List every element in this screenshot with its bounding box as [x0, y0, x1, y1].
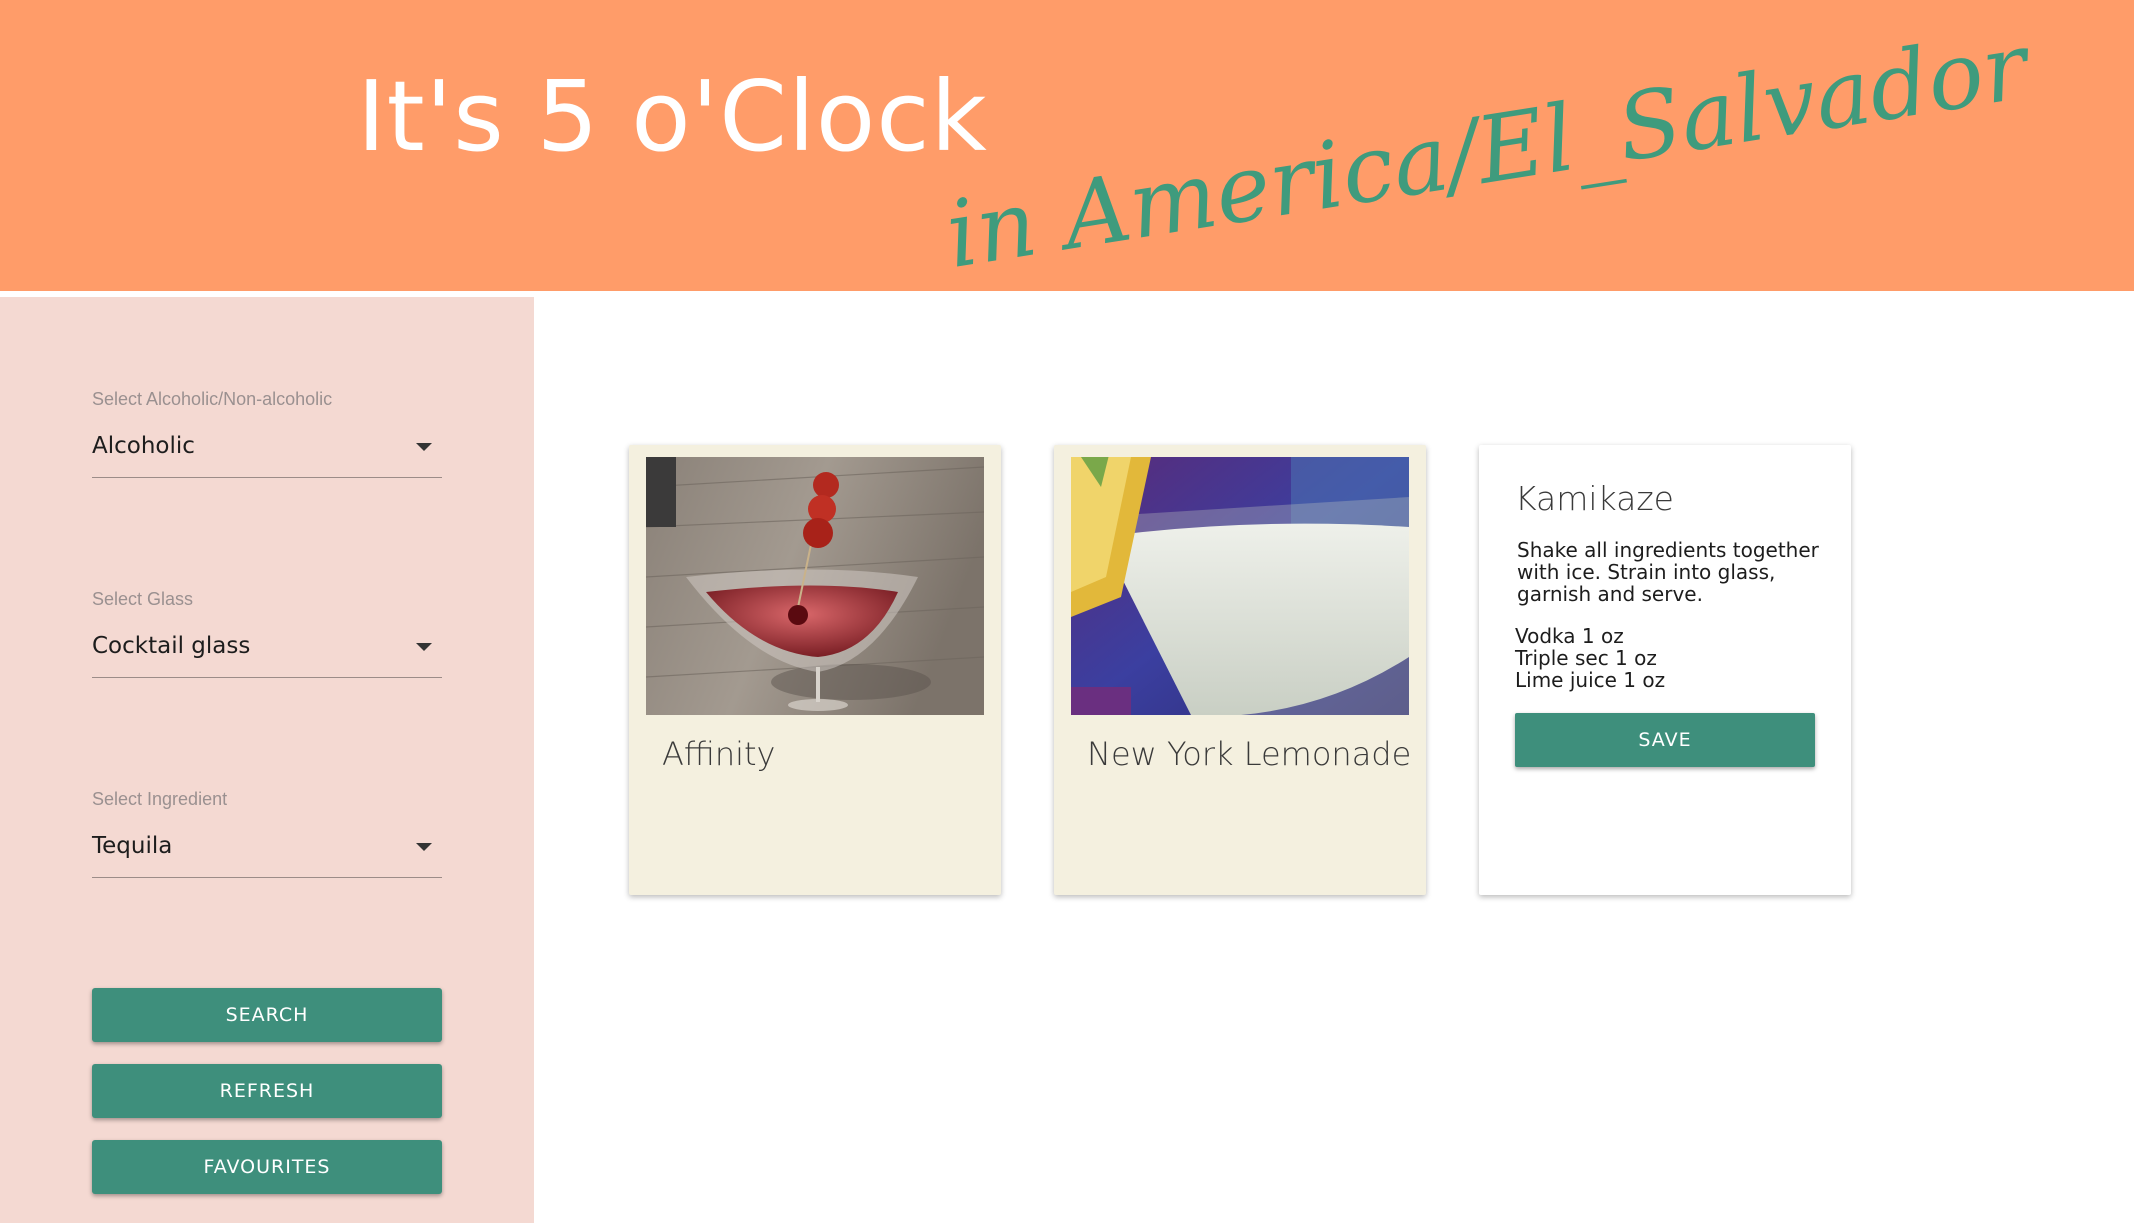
search-button[interactable]: SEARCH [92, 988, 442, 1042]
cocktail-card-title: Affinity [662, 735, 776, 773]
alcoholic-select-value: Alcoholic [92, 433, 195, 459]
glass-filter: Select Glass Cocktail glass [92, 587, 442, 678]
alcoholic-filter: Select Alcoholic/Non-alcoholic Alcoholic [92, 387, 442, 478]
ingredient-list: Vodka 1 oz Triple sec 1 oz Lime juice 1 … [1515, 625, 1665, 691]
alcoholic-select[interactable]: Alcoholic [92, 427, 442, 478]
save-button[interactable]: SAVE [1515, 713, 1815, 767]
ingredient-item: Lime juice 1 oz [1515, 668, 1666, 692]
cocktail-photo [646, 457, 984, 715]
glass-select-value: Cocktail glass [92, 633, 251, 659]
ingredient-item: Triple sec 1 oz [1515, 646, 1657, 670]
favourites-button[interactable]: FAVOURITES [92, 1140, 442, 1194]
ingredient-select-value: Tequila [92, 833, 173, 859]
detail-title: Kamikaze [1515, 479, 1674, 518]
app-title: It's 5 o'Clock [357, 60, 988, 173]
timezone-subtitle: in America/El_Salvador [939, 12, 2035, 289]
ingredient-filter: Select Ingredient Tequila [92, 787, 442, 878]
cocktail-card[interactable]: Affinity [629, 445, 1001, 895]
ingredient-select[interactable]: Tequila [92, 827, 442, 878]
cocktail-card-title: New York Lemonade [1087, 735, 1412, 773]
alcoholic-filter-label: Select Alcoholic/Non-alcoholic [92, 389, 333, 409]
header-divider [0, 291, 2134, 295]
cocktail-detail-card: Kamikaze Shake all ingredients together … [1479, 445, 1851, 895]
caret-down-icon [416, 843, 432, 851]
detail-instructions: Shake all ingredients together with ice.… [1517, 538, 1819, 606]
refresh-button[interactable]: REFRESH [92, 1064, 442, 1118]
ingredient-filter-label: Select Ingredient [92, 789, 228, 809]
caret-down-icon [416, 643, 432, 651]
cocktail-photo [1071, 457, 1409, 715]
glass-select[interactable]: Cocktail glass [92, 627, 442, 678]
filter-sidebar: Select Alcoholic/Non-alcoholic Alcoholic… [0, 297, 534, 1223]
ingredient-item: Vodka 1 oz [1515, 624, 1624, 648]
cocktail-card[interactable]: New York Lemonade [1054, 445, 1426, 895]
glass-filter-label: Select Glass [92, 589, 194, 609]
header-banner: It's 5 o'Clock in America/El_Salvador [0, 0, 2134, 291]
caret-down-icon [416, 443, 432, 451]
